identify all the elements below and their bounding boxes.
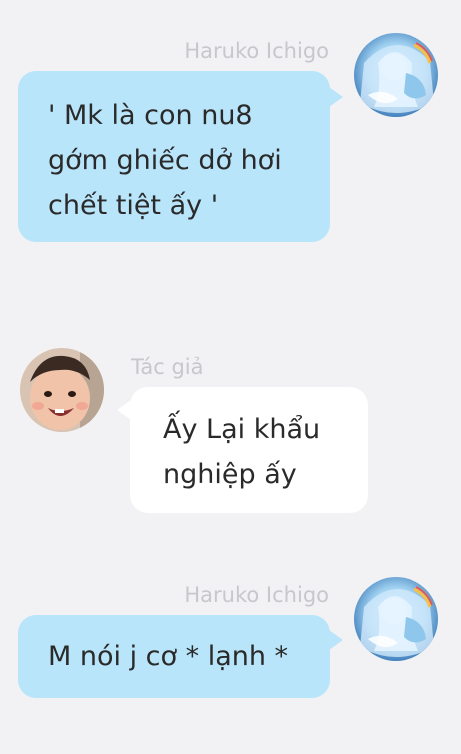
sender-name: Haruko Ichigo bbox=[184, 39, 329, 63]
sender-name: Tác giả bbox=[131, 355, 204, 379]
bubble-tail bbox=[117, 400, 131, 420]
anime-girl-avatar[interactable] bbox=[354, 577, 438, 661]
bubble-tail bbox=[329, 87, 343, 107]
message-bubble[interactable]: Ấy Lại khẩu nghiệp ấy bbox=[130, 387, 368, 513]
message-text-line: M nói j cơ * lạnh * bbox=[48, 641, 289, 672]
message-text-line: Ấy Lại khẩu bbox=[163, 414, 321, 445]
message-bubble[interactable]: M nói j cơ * lạnh * bbox=[18, 615, 330, 698]
message-text-line: chết tiệt ấy ' bbox=[48, 190, 219, 221]
baby-photo-avatar[interactable] bbox=[20, 348, 104, 432]
sender-name: Haruko Ichigo bbox=[184, 583, 329, 607]
anime-girl-avatar[interactable] bbox=[354, 33, 438, 117]
message-text-line: nghiệp ấy bbox=[163, 459, 297, 490]
message-text-line: gớm ghiếc dở hơi bbox=[48, 145, 282, 176]
message-text-line: ' Mk là con nu8 bbox=[48, 100, 253, 131]
bubble-tail bbox=[329, 630, 343, 650]
chat-thread: Haruko Ichigo ' Mk là con nu8 gớm ghiếc … bbox=[0, 0, 461, 754]
message-bubble[interactable]: ' Mk là con nu8 gớm ghiếc dở hơi chết ti… bbox=[18, 71, 330, 242]
